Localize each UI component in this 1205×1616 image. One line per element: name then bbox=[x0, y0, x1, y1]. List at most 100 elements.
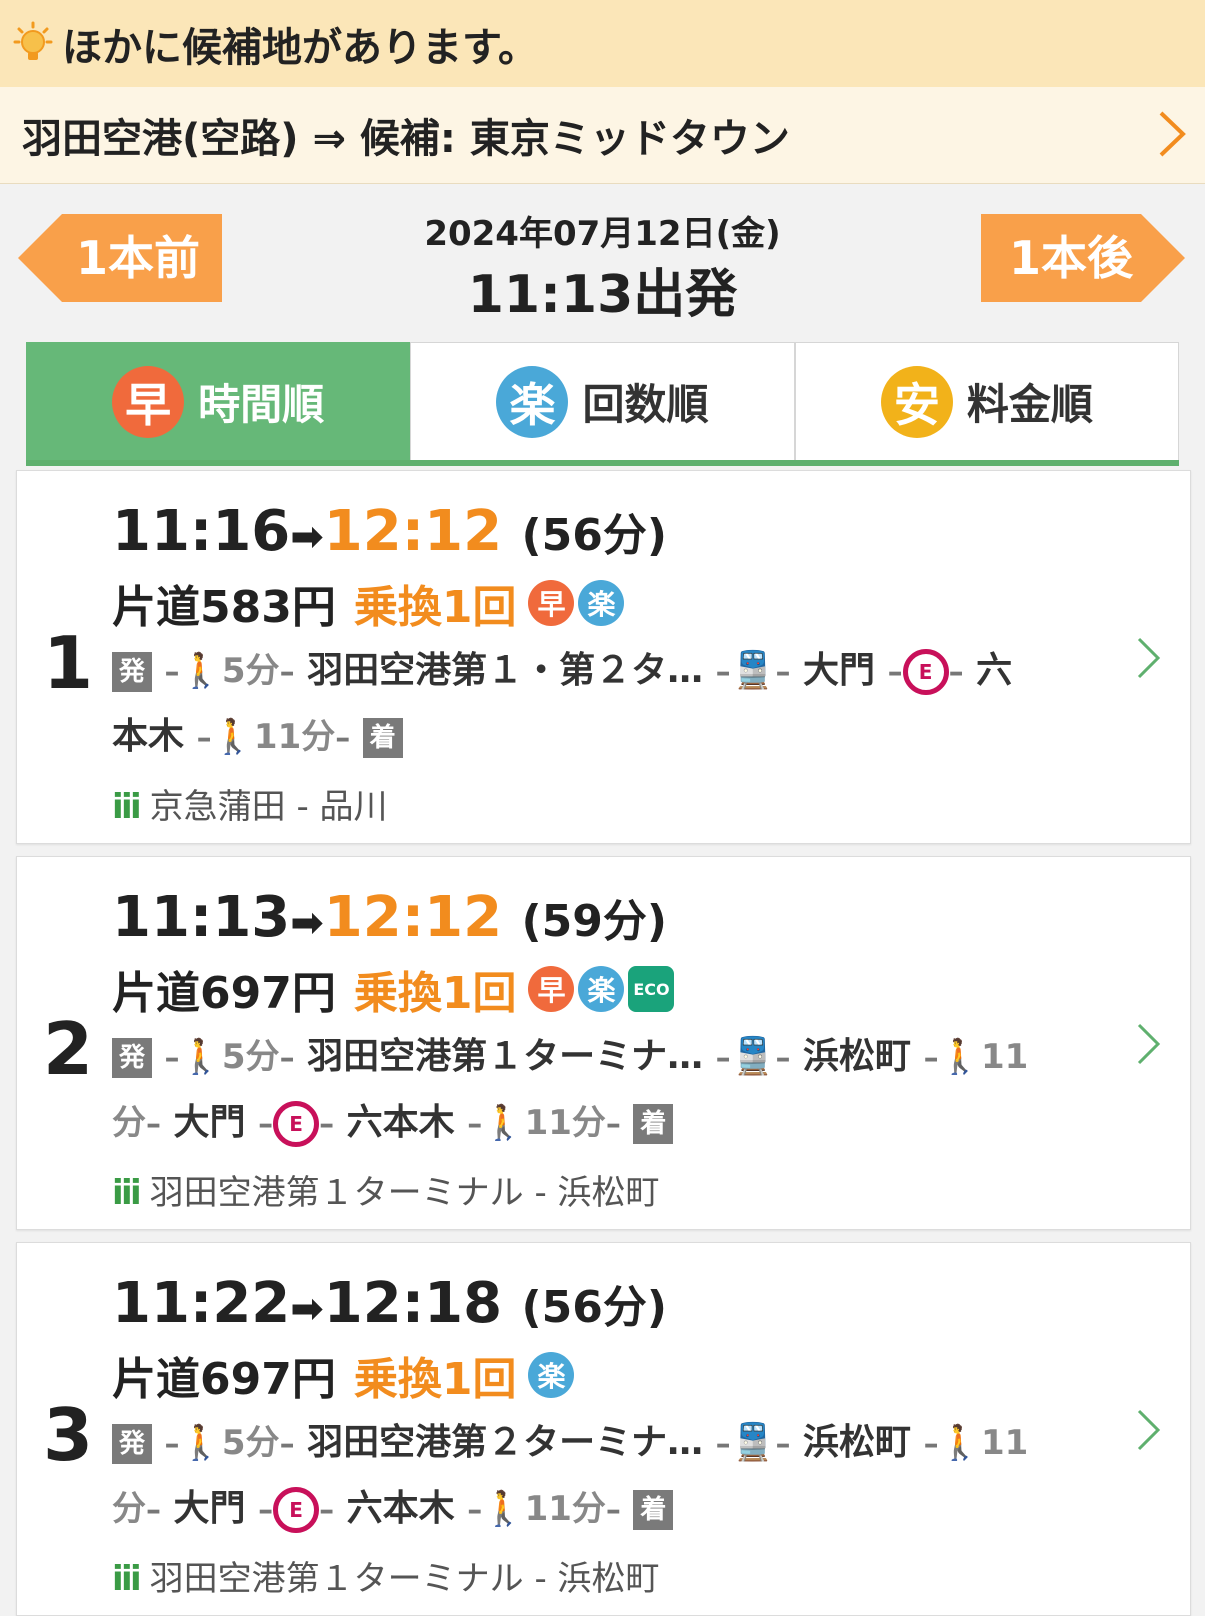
candidate-alert-banner: ほかに候補地があります。 bbox=[0, 0, 1205, 87]
easy-badge-icon: 楽 bbox=[496, 365, 569, 438]
walk-icon: 🚶 bbox=[179, 1037, 222, 1077]
depart-tag: 発 bbox=[112, 1038, 152, 1078]
walk-time: 分 bbox=[112, 1489, 146, 1529]
oedo-line-icon: E bbox=[273, 1101, 320, 1147]
route-fare: 片道697円 乗換1回 楽 bbox=[112, 1343, 578, 1407]
crowd-section: 羽田空港第１ターミナル - 浜松町 bbox=[149, 1559, 660, 1599]
duration: (56分) bbox=[521, 1282, 667, 1333]
chevron-right-icon bbox=[1137, 1023, 1161, 1065]
tab-fare-order[interactable]: 安 料金順 bbox=[794, 342, 1179, 460]
station: 大門 bbox=[803, 650, 876, 691]
walk-time: 5分 bbox=[221, 651, 280, 691]
departure-time: 11:13 bbox=[112, 885, 291, 950]
transfer-count: 乗換1回 bbox=[353, 582, 517, 633]
walk-time: 11分 bbox=[524, 1489, 606, 1529]
arrival-time: 12:12 bbox=[323, 885, 503, 950]
fare-amount: 片道697円 bbox=[112, 1354, 336, 1405]
route-number: 2 bbox=[43, 1007, 94, 1091]
oedo-line-icon: E bbox=[273, 1487, 320, 1533]
train-icon: 🚆 bbox=[730, 1036, 776, 1077]
station: 浜松町 bbox=[803, 1422, 912, 1463]
crowd-info: ⅲ 羽田空港第１ターミナル - 浜松町 bbox=[112, 1551, 660, 1600]
walk-time: 11分 bbox=[524, 1103, 606, 1143]
lightbulb-icon bbox=[13, 21, 53, 60]
date-navigation: 1本前 2024年07月12日(金) 11:13出発 1本後 bbox=[0, 184, 1205, 342]
crowd-info: ⅲ 京急蒲田 - 品川 bbox=[112, 779, 388, 828]
walk-time: 5分 bbox=[221, 1423, 280, 1463]
walk-time: 11分 bbox=[253, 717, 336, 757]
chevron-right-icon bbox=[1137, 1409, 1161, 1451]
walk-icon: 🚶 bbox=[482, 1489, 525, 1529]
easy-badge-icon: 楽 bbox=[578, 966, 625, 1012]
tab-time-order[interactable]: 早 時間順 bbox=[26, 342, 411, 460]
depart-tag: 発 bbox=[112, 652, 152, 692]
fast-badge-icon: 早 bbox=[112, 365, 185, 438]
next-train-label: 1本後 bbox=[1009, 231, 1134, 285]
arrive-tag: 着 bbox=[633, 1490, 674, 1530]
next-train-button[interactable]: 1本後 bbox=[981, 214, 1185, 302]
candidate-text: 羽田空港(空路) ⇒ 候補: 東京ミッドタウン bbox=[22, 116, 790, 162]
station: 羽田空港第１ターミナ… bbox=[307, 1036, 704, 1077]
station: 六 bbox=[976, 650, 1013, 691]
easy-badge-icon: 楽 bbox=[528, 1352, 575, 1398]
walk-icon: 🚶 bbox=[938, 1423, 981, 1463]
walk-time: 11 bbox=[980, 1037, 1029, 1077]
transfer-count: 乗換1回 bbox=[353, 1354, 517, 1405]
station: 羽田空港第２ターミナ… bbox=[307, 1422, 704, 1463]
route-card-1[interactable]: 1 11:16➡12:12 (56分) 片道583円 乗換1回 早 楽 発 –🚶… bbox=[16, 470, 1191, 844]
crowd-level-icon: ⅲ bbox=[112, 787, 142, 827]
tab-label: 回数順 bbox=[582, 380, 709, 429]
tab-label: 料金順 bbox=[966, 380, 1093, 429]
route-fare: 片道697円 乗換1回 早 楽 ECO bbox=[112, 957, 675, 1021]
route-path: 発 –🚶5分– 羽田空港第２ターミナ… –🚆– 浜松町 –🚶11 分– 大門 –… bbox=[112, 1411, 1102, 1543]
candidate-destination-link[interactable]: 羽田空港(空路) ⇒ 候補: 東京ミッドタウン bbox=[0, 87, 1205, 184]
station: 浜松町 bbox=[803, 1036, 912, 1077]
departure-time: 11:22 bbox=[112, 1271, 291, 1336]
walk-icon: 🚶 bbox=[938, 1037, 981, 1077]
train-icon: 🚆 bbox=[730, 1422, 776, 1463]
arrival-time: 12:12 bbox=[323, 499, 503, 564]
walk-time: 分 bbox=[112, 1103, 146, 1143]
route-fare: 片道583円 乗換1回 早 楽 bbox=[112, 571, 628, 635]
route-card-2[interactable]: 2 11:13➡12:12 (59分) 片道697円 乗換1回 早 楽 ECO … bbox=[16, 856, 1191, 1230]
walk-time: 5分 bbox=[221, 1037, 280, 1077]
sort-tabs: 早 時間順 楽 回数順 安 料金順 bbox=[26, 342, 1179, 466]
cheap-badge-icon: 安 bbox=[880, 365, 953, 438]
fast-badge-icon: 早 bbox=[528, 966, 575, 1012]
route-times: 11:13➡12:12 (59分) bbox=[112, 885, 667, 950]
transfer-count: 乗換1回 bbox=[353, 968, 517, 1019]
walk-icon: 🚶 bbox=[482, 1103, 525, 1143]
station: 大門 bbox=[173, 1102, 246, 1143]
route-times: 11:16➡12:12 (56分) bbox=[112, 499, 667, 564]
crowd-section: 京急蒲田 - 品川 bbox=[149, 787, 388, 827]
arrive-tag: 着 bbox=[633, 1104, 674, 1144]
tab-label: 時間順 bbox=[198, 380, 325, 429]
walk-time: 11 bbox=[980, 1423, 1029, 1463]
walk-icon: 🚶 bbox=[179, 651, 222, 691]
alert-text: ほかに候補地があります。 bbox=[62, 24, 538, 71]
chevron-right-icon bbox=[1137, 637, 1161, 679]
fare-amount: 片道697円 bbox=[112, 968, 336, 1019]
duration: (59分) bbox=[521, 896, 667, 947]
arrow-right-icon: ➡ bbox=[290, 1286, 324, 1332]
route-number: 1 bbox=[43, 621, 94, 705]
arrow-right-icon: ➡ bbox=[290, 514, 324, 560]
station: 大門 bbox=[173, 1488, 246, 1529]
fare-amount: 片道583円 bbox=[112, 582, 336, 633]
route-number: 3 bbox=[43, 1393, 94, 1477]
tab-transfer-order[interactable]: 楽 回数順 bbox=[410, 342, 795, 460]
walk-icon: 🚶 bbox=[179, 1423, 222, 1463]
route-path: 発 –🚶5分– 羽田空港第１・第２タ… –🚆– 大門 – E – 六 本木 –🚶11… bbox=[112, 649, 1013, 758]
arrival-time: 12:18 bbox=[323, 1271, 503, 1336]
easy-badge-icon: 楽 bbox=[578, 580, 625, 626]
duration: (56分) bbox=[521, 510, 667, 561]
eco-badge-icon: ECO bbox=[628, 966, 675, 1012]
departure-time: 11:16 bbox=[112, 499, 291, 564]
crowd-level-icon: ⅲ bbox=[112, 1173, 142, 1213]
route-path: 発 –🚶5分– 羽田空港第１ターミナ… –🚆– 浜松町 –🚶11 分– 大門 –… bbox=[112, 1025, 1102, 1157]
route-card-3[interactable]: 3 11:22➡12:18 (56分) 片道697円 乗換1回 楽 発 –🚶5分… bbox=[16, 1242, 1191, 1616]
station: 本木 bbox=[112, 716, 185, 757]
chevron-right-icon bbox=[1159, 111, 1186, 157]
crowd-section: 羽田空港第１ターミナル - 浜松町 bbox=[149, 1173, 660, 1213]
train-icon: 🚆 bbox=[730, 650, 776, 691]
